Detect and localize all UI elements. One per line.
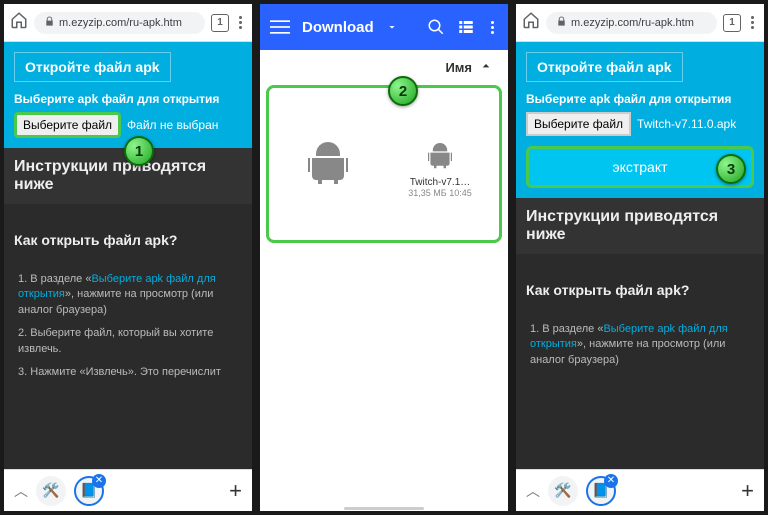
steps-list: В разделе «Выберите apk файл для открыти…: [516, 312, 764, 386]
page-content: Откройте файл apk Выберите apk файл для …: [4, 42, 252, 469]
how-heading: Как открыть файл apk?: [4, 218, 252, 262]
close-icon[interactable]: ✕: [604, 474, 618, 488]
hamburger-icon[interactable]: [270, 17, 290, 37]
url-bar[interactable]: m.ezyzip.com/ru-apk.htm: [546, 12, 717, 34]
search-icon[interactable]: [427, 18, 445, 36]
gesture-bar: [260, 505, 508, 511]
url-bar[interactable]: m.ezyzip.com/ru-apk.htm: [34, 12, 205, 34]
pick-label: Выберите apk файл для открытия: [526, 92, 754, 106]
steps-list: В разделе «Выберите apk файл для открыти…: [4, 262, 252, 398]
choose-file-button[interactable]: Выберите файл: [526, 112, 631, 136]
instructions-heading: Инструкции приводятся ниже: [516, 198, 764, 254]
tab-favicon-1[interactable]: 🛠️: [36, 476, 66, 506]
tab-favicon-1[interactable]: 🛠️: [548, 476, 578, 506]
file-name: Twitch-v7.1…: [408, 177, 471, 188]
lock-icon: [556, 16, 567, 30]
sort-row[interactable]: Имя: [260, 50, 508, 85]
fm-title[interactable]: Download: [302, 19, 374, 36]
step-1: В разделе «Выберите apk файл для открыти…: [530, 322, 750, 368]
selected-file-text: Twitch-v7.11.0.apk: [637, 117, 736, 131]
android-icon: [304, 138, 352, 191]
selected-file-text: Файл не выбран: [127, 118, 218, 132]
new-tab-button[interactable]: +: [741, 478, 754, 504]
chevron-up-icon[interactable]: ︿: [14, 481, 28, 501]
tab-favicon-2[interactable]: 📘✕: [74, 476, 104, 506]
fm-menu-icon[interactable]: [487, 21, 498, 34]
open-file-section: Откройте файл apk Выберите apk файл для …: [4, 42, 252, 148]
home-icon[interactable]: [10, 11, 28, 34]
open-title: Откройте файл apk: [14, 52, 171, 82]
android-icon: [426, 141, 455, 173]
open-title: Откройте файл apk: [526, 52, 683, 82]
home-icon[interactable]: [522, 11, 540, 34]
step-3: Нажмите «Извлечь». Это перечислит: [18, 365, 238, 380]
file-tile-apk[interactable]: Twitch-v7.1… 31,35 МБ 10:45: [387, 94, 493, 234]
sort-label: Имя: [445, 60, 472, 75]
tab-strip: ︿ 🛠️ 📘✕ +: [516, 469, 764, 511]
panel-step-2: Download Имя Twitch-v7.1… 31,35 МБ 10:45…: [260, 4, 508, 511]
tabs-count[interactable]: 1: [211, 14, 229, 32]
browser-toolbar: m.ezyzip.com/ru-apk.htm 1: [516, 4, 764, 42]
file-tile-empty: [275, 94, 381, 234]
lock-icon: [44, 16, 55, 30]
close-icon[interactable]: ✕: [92, 474, 106, 488]
file-manager-toolbar: Download: [260, 4, 508, 50]
page-content: Откройте файл apk Выберите apk файл для …: [516, 42, 764, 469]
step-badge-1: 1: [124, 136, 154, 166]
step-badge-3: 3: [716, 154, 746, 184]
new-tab-button[interactable]: +: [229, 478, 242, 504]
step-1: В разделе «Выберите apk файл для открыти…: [18, 272, 238, 318]
step-badge-2: 2: [388, 76, 418, 106]
tab-strip: ︿ 🛠️ 📘✕ +: [4, 469, 252, 511]
file-grid: Twitch-v7.1… 31,35 МБ 10:45: [266, 85, 502, 243]
panel-step-1: m.ezyzip.com/ru-apk.htm 1 Откройте файл …: [4, 4, 252, 511]
menu-icon[interactable]: [235, 16, 246, 29]
chevron-up-icon[interactable]: ︿: [526, 481, 540, 501]
chevron-down-icon[interactable]: [386, 21, 398, 33]
url-text: m.ezyzip.com/ru-apk.htm: [59, 17, 182, 29]
browser-toolbar: m.ezyzip.com/ru-apk.htm 1: [4, 4, 252, 42]
url-text: m.ezyzip.com/ru-apk.htm: [571, 17, 694, 29]
menu-icon[interactable]: [747, 16, 758, 29]
choose-file-button[interactable]: Выберите файл: [14, 112, 121, 138]
file-meta: 31,35 МБ 10:45: [408, 188, 471, 198]
chevron-up-icon: [478, 58, 494, 77]
pick-label: Выберите apk файл для открытия: [14, 92, 242, 106]
tab-favicon-2[interactable]: 📘✕: [586, 476, 616, 506]
view-list-icon[interactable]: [457, 18, 475, 36]
step-2: Выберите файл, который вы хотите извлечь…: [18, 326, 238, 357]
tabs-count[interactable]: 1: [723, 14, 741, 32]
panel-step-3: m.ezyzip.com/ru-apk.htm 1 Откройте файл …: [516, 4, 764, 511]
how-heading: Как открыть файл apk?: [516, 268, 764, 312]
